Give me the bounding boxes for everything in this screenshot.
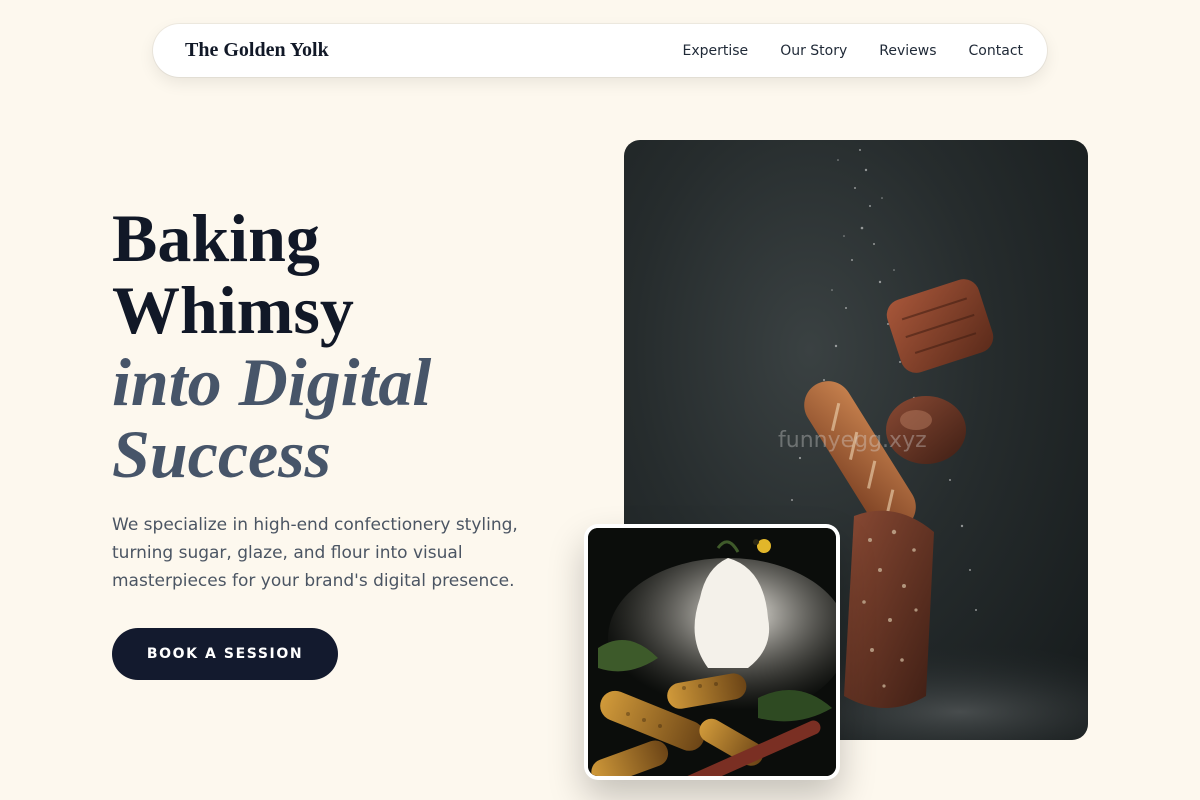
headline-italic-line-2: Success — [112, 416, 332, 492]
headline-line-1: Baking — [112, 200, 320, 276]
nav-links: Expertise Our Story Reviews Contact — [683, 43, 1024, 59]
nav-link-expertise[interactable]: Expertise — [683, 43, 749, 59]
nav-link-reviews[interactable]: Reviews — [879, 43, 936, 59]
headline-italic-line-1: into Digital — [112, 344, 432, 420]
headline-line-2: Whimsy — [112, 272, 354, 348]
roasted-corn-photo — [588, 528, 836, 776]
nav-link-our-story[interactable]: Our Story — [780, 43, 847, 59]
top-navigation: The Golden Yolk Expertise Our Story Revi… — [153, 24, 1047, 77]
roasted-corn-photo-frame — [584, 524, 840, 780]
hero-headline: Baking Whimsy into Digital Success — [112, 202, 431, 490]
book-session-button[interactable]: BOOK A SESSION — [112, 628, 338, 680]
nav-link-contact[interactable]: Contact — [969, 43, 1023, 59]
brand-logo[interactable]: The Golden Yolk — [185, 39, 329, 62]
image-watermark: funnyegg.xyz — [778, 428, 927, 453]
hero-description: We specialize in high-end confectionery … — [112, 515, 518, 591]
